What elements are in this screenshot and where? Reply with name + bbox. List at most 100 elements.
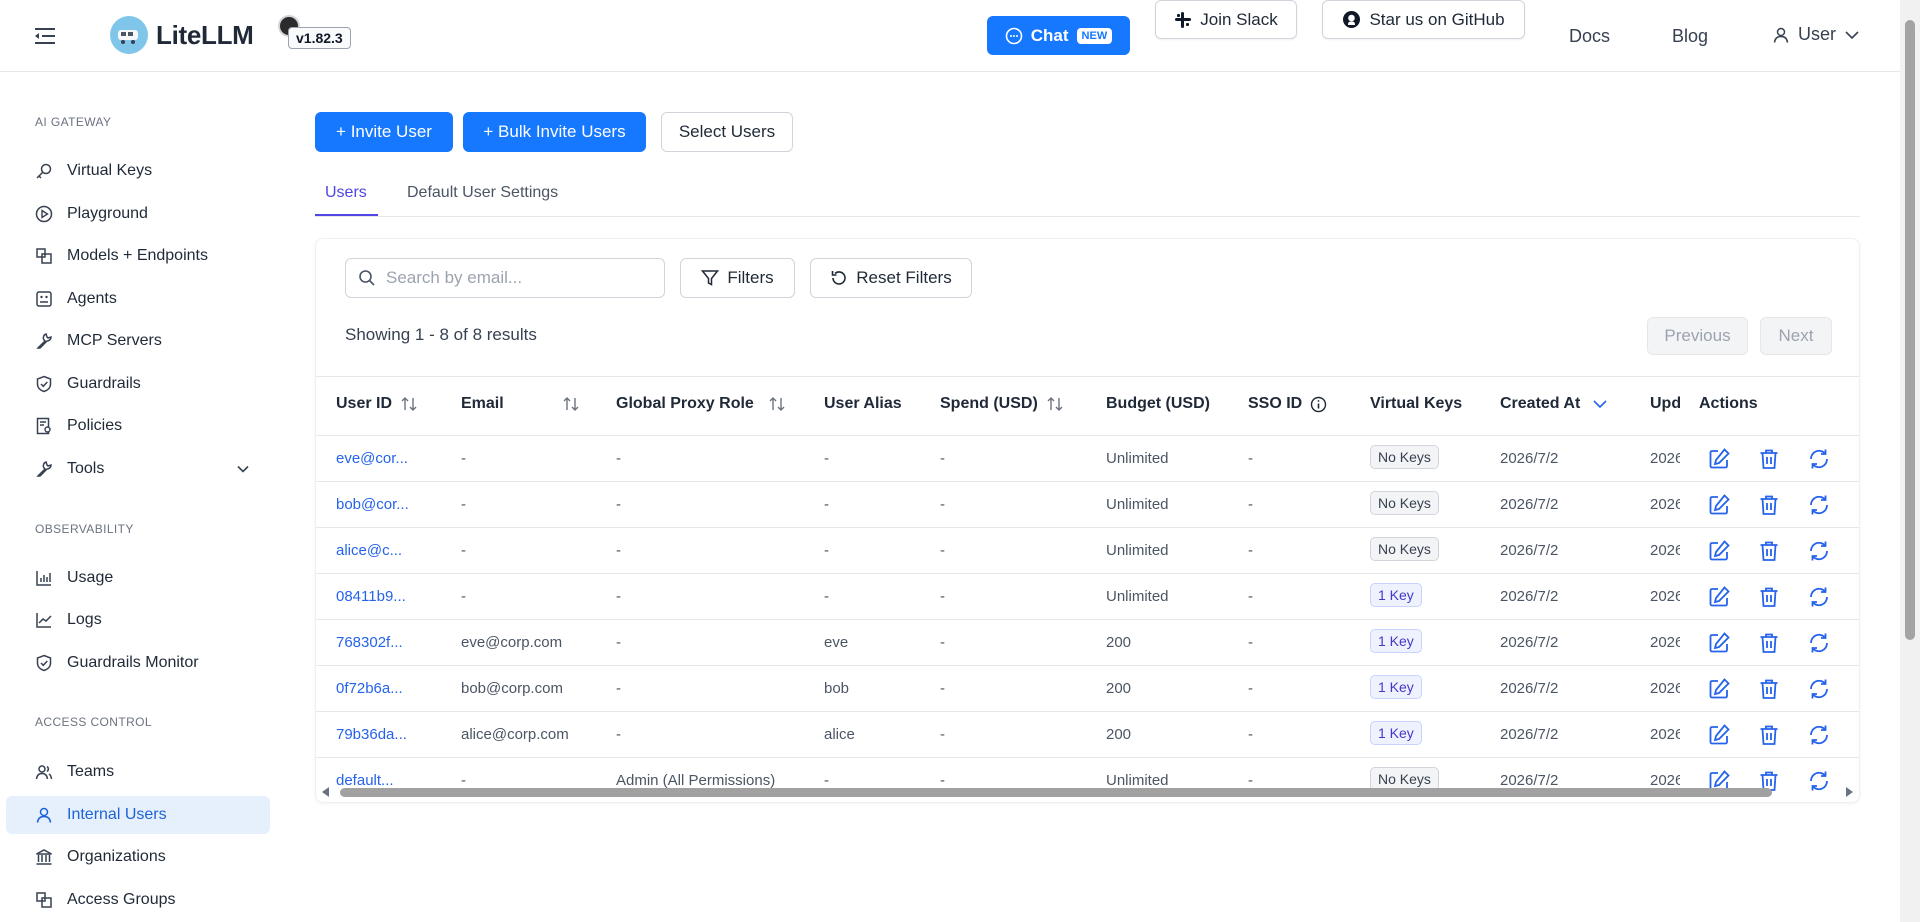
sidebar-item-organizations[interactable]: Organizations [6,838,270,876]
regenerate-icon[interactable] [1807,447,1831,471]
next-page-button[interactable]: Next [1760,317,1832,355]
sidebar-item-teams[interactable]: Teams [6,753,270,791]
sort-icon[interactable] [1046,396,1064,412]
sidebar-item-policies[interactable]: Policies [6,407,270,445]
cell-spend: - [940,496,945,513]
sidebar-item-mcp-servers[interactable]: MCP Servers [6,322,270,360]
chevron-down-icon[interactable] [1592,396,1608,412]
sort-icon[interactable] [400,396,418,412]
sidebar-item-agents[interactable]: Agents [6,280,270,318]
shield-icon [36,654,52,672]
edit-icon[interactable] [1707,585,1731,609]
delete-icon[interactable] [1757,585,1781,609]
regenerate-icon[interactable] [1807,631,1831,655]
delete-icon[interactable] [1757,539,1781,563]
edit-icon[interactable] [1707,723,1731,747]
info-icon[interactable] [1310,396,1327,413]
chevron-down-icon [1845,30,1859,39]
search-input[interactable] [384,267,644,289]
sort-icon[interactable] [562,396,580,412]
column-header-email[interactable]: Email [461,395,580,413]
sidebar-item-label: Guardrails Monitor [67,654,199,671]
edit-icon[interactable] [1707,447,1731,471]
sort-icon[interactable] [768,396,786,412]
horizontal-scrollbar[interactable] [316,783,1859,801]
users-table: User ID Email Global Proxy Role User Ali… [316,376,1859,796]
delete-icon[interactable] [1757,631,1781,655]
tab-users[interactable]: Users [325,184,367,202]
search-box[interactable] [345,258,665,298]
cell-user-id[interactable]: eve@cor... [336,450,408,467]
cell-global-proxy-role: - [616,680,621,697]
vertical-scrollbar[interactable] [1900,0,1920,922]
cell-email: - [461,496,466,513]
cell-user-id[interactable]: 08411b9... [336,588,406,605]
column-header-global-proxy-role[interactable]: Global Proxy Role [616,395,786,413]
cell-updated-at: 2026 [1650,680,1680,697]
cell-user-id[interactable]: 79b36da... [336,726,407,743]
cell-budget: 200 [1106,680,1132,697]
regenerate-icon[interactable] [1807,723,1831,747]
cell-user-alias: - [824,450,829,467]
column-header-user-id[interactable]: User ID [336,395,418,413]
delete-icon[interactable] [1757,677,1781,701]
delete-icon[interactable] [1757,723,1781,747]
column-header-created-at[interactable]: Created At [1500,395,1608,413]
tab-default-user-settings[interactable]: Default User Settings [407,184,558,202]
previous-page-button[interactable]: Previous [1647,317,1748,355]
chevron-down-icon[interactable] [236,462,250,476]
sidebar-item-internal-users[interactable]: Internal Users [6,796,270,834]
delete-icon[interactable] [1757,493,1781,517]
bulk-invite-users-button[interactable]: + Bulk Invite Users [463,112,646,152]
column-header-actions: Actions [1699,395,1758,413]
cell-global-proxy-role: - [616,588,621,605]
filters-label: Filters [727,268,774,287]
cell-user-id[interactable]: bob@cor... [336,496,409,513]
column-label: Actions [1699,395,1758,412]
arrow-right-icon[interactable] [1845,787,1853,797]
scrollbar-thumb[interactable] [1905,20,1915,640]
cell-user-id[interactable]: 768302f... [336,634,403,651]
edit-icon[interactable] [1707,631,1731,655]
arrow-left-icon[interactable] [322,787,330,797]
github-star-button[interactable]: Star us on GitHub [1322,0,1525,39]
cell-user-id[interactable]: alice@c... [336,542,402,559]
blog-link[interactable]: Blog [1672,26,1708,47]
edit-icon[interactable] [1707,539,1731,563]
table-row: 08411b9... - - - - Unlimited - 2026/7/2 2026 1 Ke… [316,573,1859,619]
sidebar-item-playground[interactable]: Playground [6,195,270,233]
edit-icon[interactable] [1707,677,1731,701]
sidebar-item-logs[interactable]: Logs [6,601,270,639]
brand-logo[interactable]: LiteLLM [110,16,254,54]
sidebar-item-virtual-keys[interactable]: Virtual Keys [6,152,270,190]
sidebar-item-usage[interactable]: Usage [6,559,270,597]
docs-link[interactable]: Docs [1569,26,1610,47]
sidebar-item-guardrails[interactable]: Guardrails [6,365,270,403]
invite-user-button[interactable]: + Invite User [315,112,453,152]
sidebar-item-models-endpoints[interactable]: Models + Endpoints [6,237,270,275]
section-access-control: ACCESS CONTROL [35,715,152,729]
regenerate-icon[interactable] [1807,539,1831,563]
reset-icon [831,271,847,285]
sidebar-item-tools[interactable]: Tools [6,450,270,488]
edit-icon[interactable] [1707,493,1731,517]
cell-sso-id: - [1248,542,1253,559]
chat-button[interactable]: Chat NEW [987,16,1130,55]
join-slack-button[interactable]: Join Slack [1155,0,1297,39]
regenerate-icon[interactable] [1807,677,1831,701]
user-menu[interactable]: User [1772,24,1860,45]
cell-updated-at: 2026 [1650,634,1680,651]
filters-button[interactable]: Filters [680,258,795,298]
cell-user-id[interactable]: 0f72b6a... [336,680,403,697]
reset-filters-button[interactable]: Reset Filters [810,258,972,298]
sidebar-item-guardrails-monitor[interactable]: Guardrails Monitor [6,644,270,682]
regenerate-icon[interactable] [1807,493,1831,517]
column-header-spend[interactable]: Spend (USD) [940,395,1064,413]
sidebar-item-access-groups[interactable]: Access Groups [6,881,270,919]
delete-icon[interactable] [1757,447,1781,471]
menu-fold-icon[interactable] [33,26,57,46]
chat-bubble-icon [1005,27,1023,44]
scrollbar-thumb[interactable] [340,788,1772,797]
regenerate-icon[interactable] [1807,585,1831,609]
select-users-button[interactable]: Select Users [661,112,793,152]
